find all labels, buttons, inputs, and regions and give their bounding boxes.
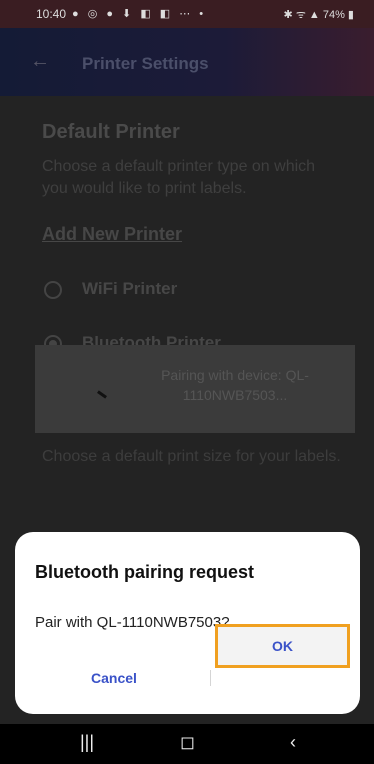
bluetooth-pairing-dialog: Bluetooth pairing request Pair with QL-1…	[15, 532, 360, 714]
default-printer-description: Choose a default printer type on which y…	[42, 158, 316, 197]
status-right-icons: ✱ ᯤ ▲ 74% ▮	[283, 9, 354, 21]
app-bar: ← Printer Settings	[0, 28, 374, 96]
progress-spinner-icon	[97, 390, 107, 399]
add-new-printer-link[interactable]: Add New Printer	[42, 224, 182, 245]
home-icon[interactable]: ◻	[180, 732, 195, 753]
back-arrow-icon[interactable]: ←	[30, 50, 50, 73]
dialog-title: Bluetooth pairing request	[35, 562, 255, 582]
navigation-bar: ||| ◻ ‹	[0, 724, 374, 764]
cancel-button[interactable]: Cancel	[57, 658, 177, 698]
recents-icon[interactable]: |||	[80, 732, 94, 753]
dialog-message: Pair with QL-1110NWB7503?	[35, 614, 230, 631]
back-nav-icon[interactable]: ‹	[290, 732, 296, 753]
phone-screen: 10:40 ● ◎ ● ⬇ ◧ ◧ ⋯ • ✱ ᯤ ▲ 74% ▮ ← Prin…	[0, 0, 374, 764]
page-title: Printer Settings	[82, 54, 209, 73]
notification-icons: ● ◎ ● ⬇ ◧ ◧ ⋯ •	[72, 8, 207, 20]
status-bar: 10:40 ● ◎ ● ⬇ ◧ ◧ ⋯ • ✱ ᯤ ▲ 74% ▮	[0, 0, 374, 28]
option-label: WiFi Printer	[82, 279, 178, 298]
default-printer-heading: Default Printer	[42, 121, 180, 143]
button-divider	[210, 670, 211, 686]
status-time: 10:40	[36, 7, 67, 21]
print-size-description: Choose a default print size for your lab…	[42, 448, 341, 465]
pairing-toast: Pairing with device: QL-1110NWB7503...	[35, 345, 355, 433]
pairing-message: Pairing with device: QL-1110NWB7503...	[161, 367, 309, 403]
radio-icon[interactable]	[44, 280, 62, 299]
ok-button[interactable]: OK	[215, 624, 350, 668]
option-wifi-printer[interactable]: WiFi Printer	[44, 279, 177, 299]
